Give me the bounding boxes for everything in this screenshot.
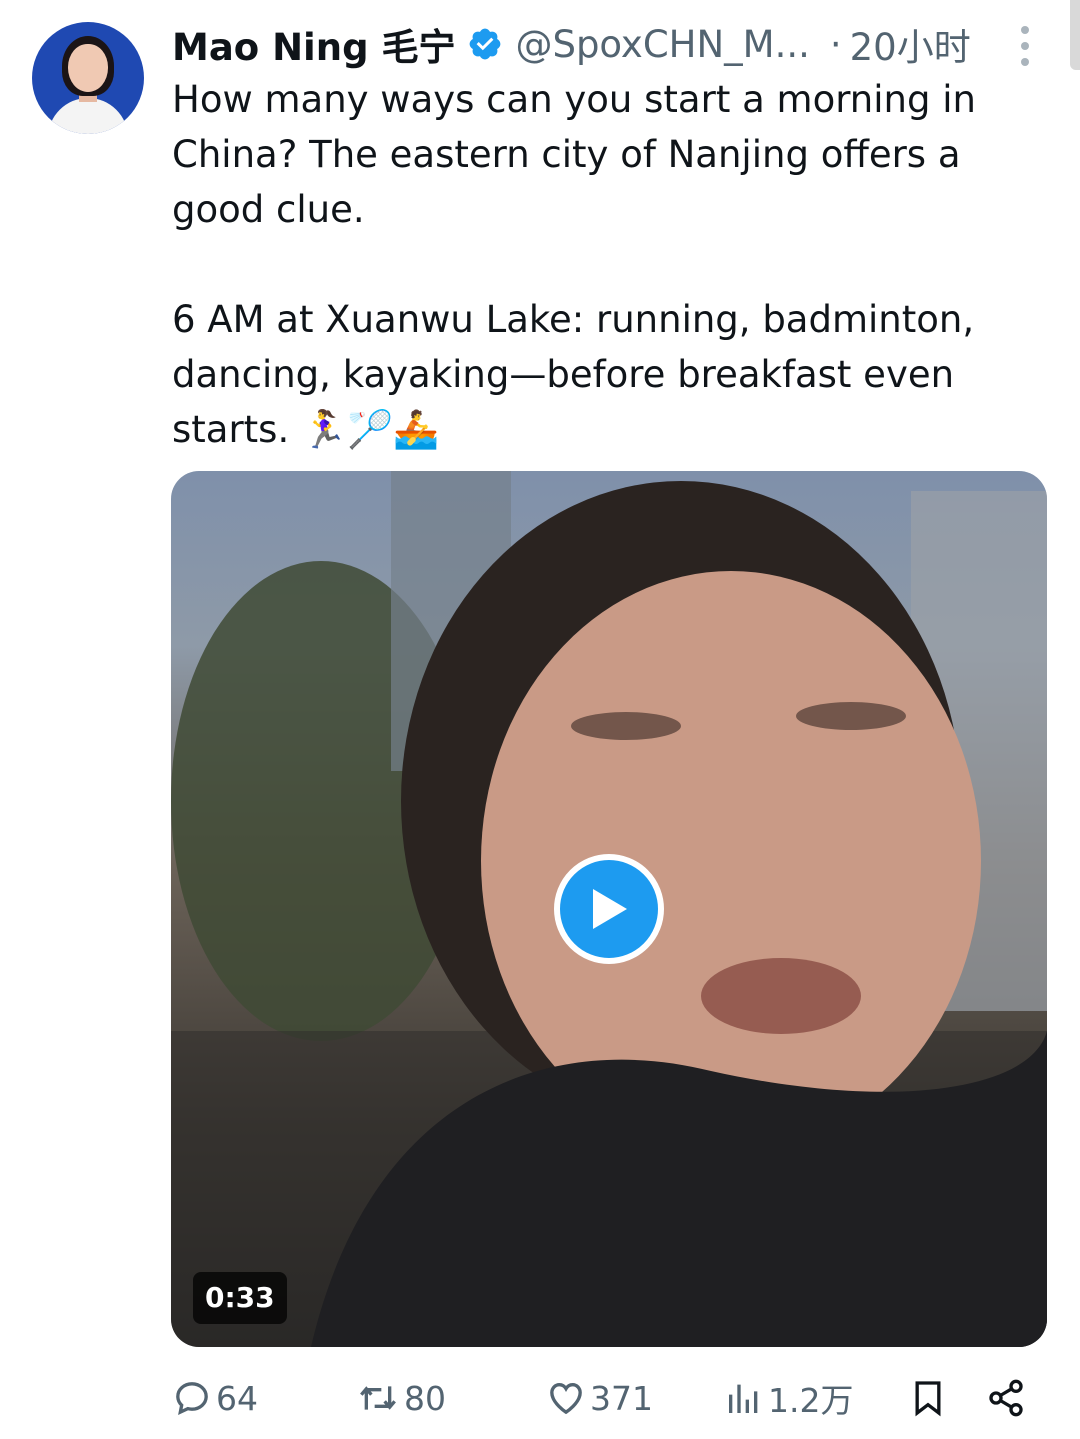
emoji-sequence: 🏃‍♀️🏸🚣 xyxy=(300,408,440,451)
repost-button[interactable]: 80 xyxy=(356,1370,446,1426)
like-button[interactable]: 371 xyxy=(546,1370,653,1426)
views-count: 1.2万 xyxy=(768,1381,854,1420)
author-name[interactable]: Mao Ning 毛宁 xyxy=(172,17,455,71)
views-icon xyxy=(729,1384,758,1413)
time-separator: · xyxy=(829,22,842,66)
reply-icon xyxy=(176,1382,208,1416)
tweet-paragraph-2: 6 AM at Xuanwu Lake: running, badminton,… xyxy=(172,298,975,451)
repost-icon xyxy=(360,1386,396,1410)
timestamp[interactable]: 20小时 xyxy=(850,17,971,71)
share-button[interactable] xyxy=(986,1370,1026,1426)
bookmark-button[interactable] xyxy=(908,1370,948,1426)
tweet-header: Mao Ning 毛宁 @SpoxCHN_M... · 20小时 xyxy=(172,18,971,70)
tweet-actions: 64 80 371 1.2万 xyxy=(172,1370,1052,1426)
tweet-paragraph-1: How many ways can you start a morning in… xyxy=(172,78,976,231)
reply-button[interactable]: 64 xyxy=(172,1370,258,1426)
video-duration: 0:33 xyxy=(193,1272,287,1324)
share-icon xyxy=(989,1379,1023,1417)
bookmark-icon xyxy=(915,1381,941,1417)
play-button[interactable] xyxy=(554,854,664,964)
views-button[interactable]: 1.2万 xyxy=(724,1370,853,1426)
verified-badge-icon xyxy=(470,28,501,60)
author-handle[interactable]: @SpoxCHN_M... xyxy=(515,23,809,66)
reply-count: 64 xyxy=(216,1378,258,1418)
scrollbar[interactable] xyxy=(1070,0,1080,70)
tweet-text: How many ways can you start a morning in… xyxy=(172,72,1052,457)
avatar[interactable] xyxy=(32,22,144,134)
like-count: 371 xyxy=(590,1378,653,1418)
repost-count: 80 xyxy=(404,1378,446,1418)
like-icon xyxy=(550,1382,582,1415)
more-options-icon[interactable] xyxy=(1016,26,1034,66)
play-icon xyxy=(593,889,627,929)
